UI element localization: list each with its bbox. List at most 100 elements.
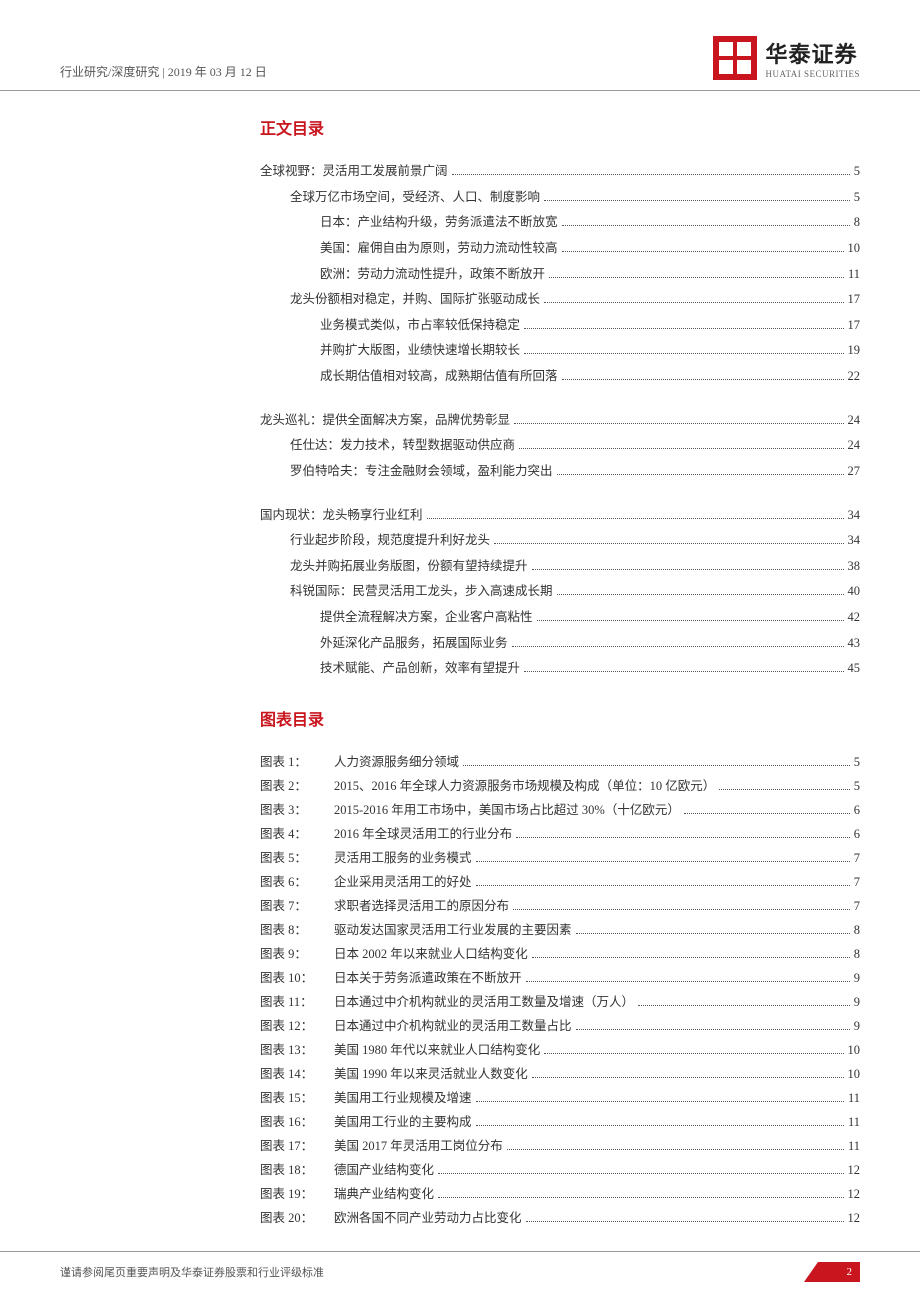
figure-entry[interactable]: 图表 16：美国用工行业的主要构成11 <box>260 1110 860 1134</box>
page-footer: 谨请参阅尾页重要声明及华泰证券股票和行业评级标准 2 <box>0 1251 920 1302</box>
leader-dots <box>524 671 843 672</box>
figure-entry[interactable]: 图表 3：2015-2016 年用工市场中，美国市场占比超过 30%（十亿欧元）… <box>260 798 860 822</box>
figure-entry[interactable]: 图表 15：美国用工行业规模及增速11 <box>260 1086 860 1110</box>
figure-entry[interactable]: 图表 20：欧洲各国不同产业劳动力占比变化12 <box>260 1206 860 1230</box>
figure-entry[interactable]: 图表 12：日本通过中介机构就业的灵活用工数量占比9 <box>260 1014 860 1038</box>
toc-entry[interactable]: 日本：产业结构升级，劳务派遣法不断放宽 8 <box>260 210 860 236</box>
leader-dots <box>526 1221 844 1222</box>
toc-heading: 正文目录 <box>260 115 860 139</box>
figures-heading: 图表目录 <box>260 706 860 730</box>
leader-dots <box>532 957 850 958</box>
figure-entry-title: 2015-2016 年用工市场中，美国市场占比超过 30%（十亿欧元） <box>334 798 680 822</box>
leader-dots <box>544 1053 843 1054</box>
toc-entry[interactable]: 科锐国际：民营灵活用工龙头，步入高速成长期40 <box>260 579 860 605</box>
leader-dots <box>544 302 843 303</box>
list-of-figures: 图表 1：人力资源服务细分领域5图表 2：2015、2016 年全球人力资源服务… <box>260 750 860 1230</box>
toc-entry-label: 全球万亿市场空间，受经济、人口、制度影响 <box>290 185 540 211</box>
logo-text-cn: 华泰证券 <box>765 37 860 69</box>
leader-dots <box>544 200 850 201</box>
figure-entry[interactable]: 图表 18：德国产业结构变化12 <box>260 1158 860 1182</box>
toc-entry-page: 8 <box>854 210 860 236</box>
toc-entry[interactable]: 全球视野：灵活用工发展前景广阔5 <box>260 159 860 185</box>
toc-entry-label: 国内现状：龙头畅享行业红利 <box>260 503 423 529</box>
leader-dots <box>549 277 844 278</box>
figure-entry-title: 美国 2017 年灵活用工岗位分布 <box>334 1134 503 1158</box>
figure-entry-title: 美国用工行业的主要构成 <box>334 1110 472 1134</box>
figure-entry[interactable]: 图表 14：美国 1990 年以来灵活就业人数变化10 <box>260 1062 860 1086</box>
figure-entry[interactable]: 图表 5：灵活用工服务的业务模式7 <box>260 846 860 870</box>
leader-dots <box>519 448 843 449</box>
toc-entry[interactable]: 罗伯特哈夫：专注金融财会领域，盈利能力突出27 <box>260 459 860 485</box>
toc-entry[interactable]: 业务模式类似，市占率较低保持稳定17 <box>260 313 860 339</box>
toc-entry-page: 24 <box>848 408 861 434</box>
toc-entry-label: 业务模式类似，市占率较低保持稳定 <box>320 313 520 339</box>
figure-entry-page: 5 <box>854 750 860 774</box>
leader-dots <box>507 1149 844 1150</box>
figure-entry-page: 8 <box>854 918 860 942</box>
toc-entry[interactable]: 成长期估值相对较高，成熟期估值有所回落22 <box>260 364 860 390</box>
toc-entry-label: 科锐国际：民营灵活用工龙头，步入高速成长期 <box>290 579 553 605</box>
toc-entry-label: 日本：产业结构升级，劳务派遣法不断放宽 <box>320 210 558 236</box>
toc-entry-page: 22 <box>848 364 861 390</box>
leader-dots <box>476 885 850 886</box>
toc-entry[interactable]: 提供全流程解决方案，企业客户高粘性42 <box>260 605 860 631</box>
figure-entry[interactable]: 图表 6：企业采用灵活用工的好处7 <box>260 870 860 894</box>
toc-entry[interactable]: 国内现状：龙头畅享行业红利34 <box>260 503 860 529</box>
toc-entry[interactable]: 外延深化产品服务，拓展国际业务43 <box>260 631 860 657</box>
disclaimer-text: 谨请参阅尾页重要声明及华泰证券股票和行业评级标准 <box>60 1264 324 1280</box>
figure-entry-page: 12 <box>848 1158 861 1182</box>
figure-entry-title: 灵活用工服务的业务模式 <box>334 846 472 870</box>
figure-entry[interactable]: 图表 1：人力资源服务细分领域5 <box>260 750 860 774</box>
toc-entry-page: 10 <box>848 236 861 262</box>
figure-entry[interactable]: 图表 10：日本关于劳务派遣政策在不断放开9 <box>260 966 860 990</box>
toc-entry[interactable]: 龙头巡礼：提供全面解决方案，品牌优势彰显24 <box>260 408 860 434</box>
toc-entry-page: 17 <box>848 287 861 313</box>
toc-entry-label: 罗伯特哈夫：专注金融财会领域，盈利能力突出 <box>290 459 553 485</box>
toc-entry[interactable]: 全球万亿市场空间，受经济、人口、制度影响 5 <box>260 185 860 211</box>
figure-entry-prefix: 图表 8： <box>260 918 334 942</box>
figure-entry-title: 日本关于劳务派遣政策在不断放开 <box>334 966 522 990</box>
figure-entry[interactable]: 图表 13：美国 1980 年代以来就业人口结构变化10 <box>260 1038 860 1062</box>
toc-entry-label: 并购扩大版图，业绩快速增长期较长 <box>320 338 520 364</box>
leader-dots <box>438 1197 843 1198</box>
figure-entry-title: 日本通过中介机构就业的灵活用工数量及增速（万人） <box>334 990 634 1014</box>
toc-entry[interactable]: 欧洲：劳动力流动性提升，政策不断放开11 <box>260 262 860 288</box>
leader-dots <box>719 789 849 790</box>
figure-entry-prefix: 图表 15： <box>260 1086 334 1110</box>
figure-entry[interactable]: 图表 8：驱动发达国家灵活用工行业发展的主要因素8 <box>260 918 860 942</box>
table-of-contents: 全球视野：灵活用工发展前景广阔5全球万亿市场空间，受经济、人口、制度影响5日本：… <box>260 159 860 682</box>
toc-entry-page: 5 <box>854 185 860 211</box>
figure-entry-prefix: 图表 14： <box>260 1062 334 1086</box>
leader-dots <box>514 423 843 424</box>
figure-entry[interactable]: 图表 11：日本通过中介机构就业的灵活用工数量及增速（万人）9 <box>260 990 860 1014</box>
toc-entry-label: 美国：雇佣自由为原则，劳动力流动性较高 <box>320 236 558 262</box>
toc-entry[interactable]: 龙头份额相对稳定，并购、国际扩张驱动成长17 <box>260 287 860 313</box>
figure-entry[interactable]: 图表 2：2015、2016 年全球人力资源服务市场规模及构成（单位：10 亿欧… <box>260 774 860 798</box>
figure-entry-page: 8 <box>854 942 860 966</box>
toc-entry[interactable]: 技术赋能、产品创新，效率有望提升45 <box>260 656 860 682</box>
figure-entry[interactable]: 图表 7：求职者选择灵活用工的原因分布7 <box>260 894 860 918</box>
figure-entry-prefix: 图表 10： <box>260 966 334 990</box>
leader-dots <box>532 1077 844 1078</box>
toc-entry[interactable]: 任仕达：发力技术，转型数据驱动供应商24 <box>260 433 860 459</box>
toc-entry-label: 行业起步阶段，规范度提升利好龙头 <box>290 528 490 554</box>
toc-entry[interactable]: 龙头并购拓展业务版图，份额有望持续提升38 <box>260 554 860 580</box>
figure-entry-title: 日本 2002 年以来就业人口结构变化 <box>334 942 528 966</box>
figure-entry[interactable]: 图表 9：日本 2002 年以来就业人口结构变化8 <box>260 942 860 966</box>
leader-dots <box>476 861 850 862</box>
figure-entry[interactable]: 图表 4：2016 年全球灵活用工的行业分布6 <box>260 822 860 846</box>
figure-entry-title: 美国 1980 年代以来就业人口结构变化 <box>334 1038 540 1062</box>
figure-entry-prefix: 图表 5： <box>260 846 334 870</box>
leader-dots <box>452 174 850 175</box>
figure-entry-page: 9 <box>854 1014 860 1038</box>
figure-entry-page: 12 <box>848 1206 861 1230</box>
leader-dots <box>532 569 844 570</box>
figure-entry[interactable]: 图表 19：瑞典产业结构变化12 <box>260 1182 860 1206</box>
figure-entry[interactable]: 图表 17：美国 2017 年灵活用工岗位分布11 <box>260 1134 860 1158</box>
logo-text-en: HUATAI SECURITIES <box>765 69 860 79</box>
toc-entry[interactable]: 行业起步阶段，规范度提升利好龙头34 <box>260 528 860 554</box>
toc-entry[interactable]: 美国：雇佣自由为原则，劳动力流动性较高 10 <box>260 236 860 262</box>
brand-logo: 华泰证券 HUATAI SECURITIES <box>713 36 860 80</box>
leader-dots <box>516 837 850 838</box>
toc-entry[interactable]: 并购扩大版图，业绩快速增长期较长19 <box>260 338 860 364</box>
